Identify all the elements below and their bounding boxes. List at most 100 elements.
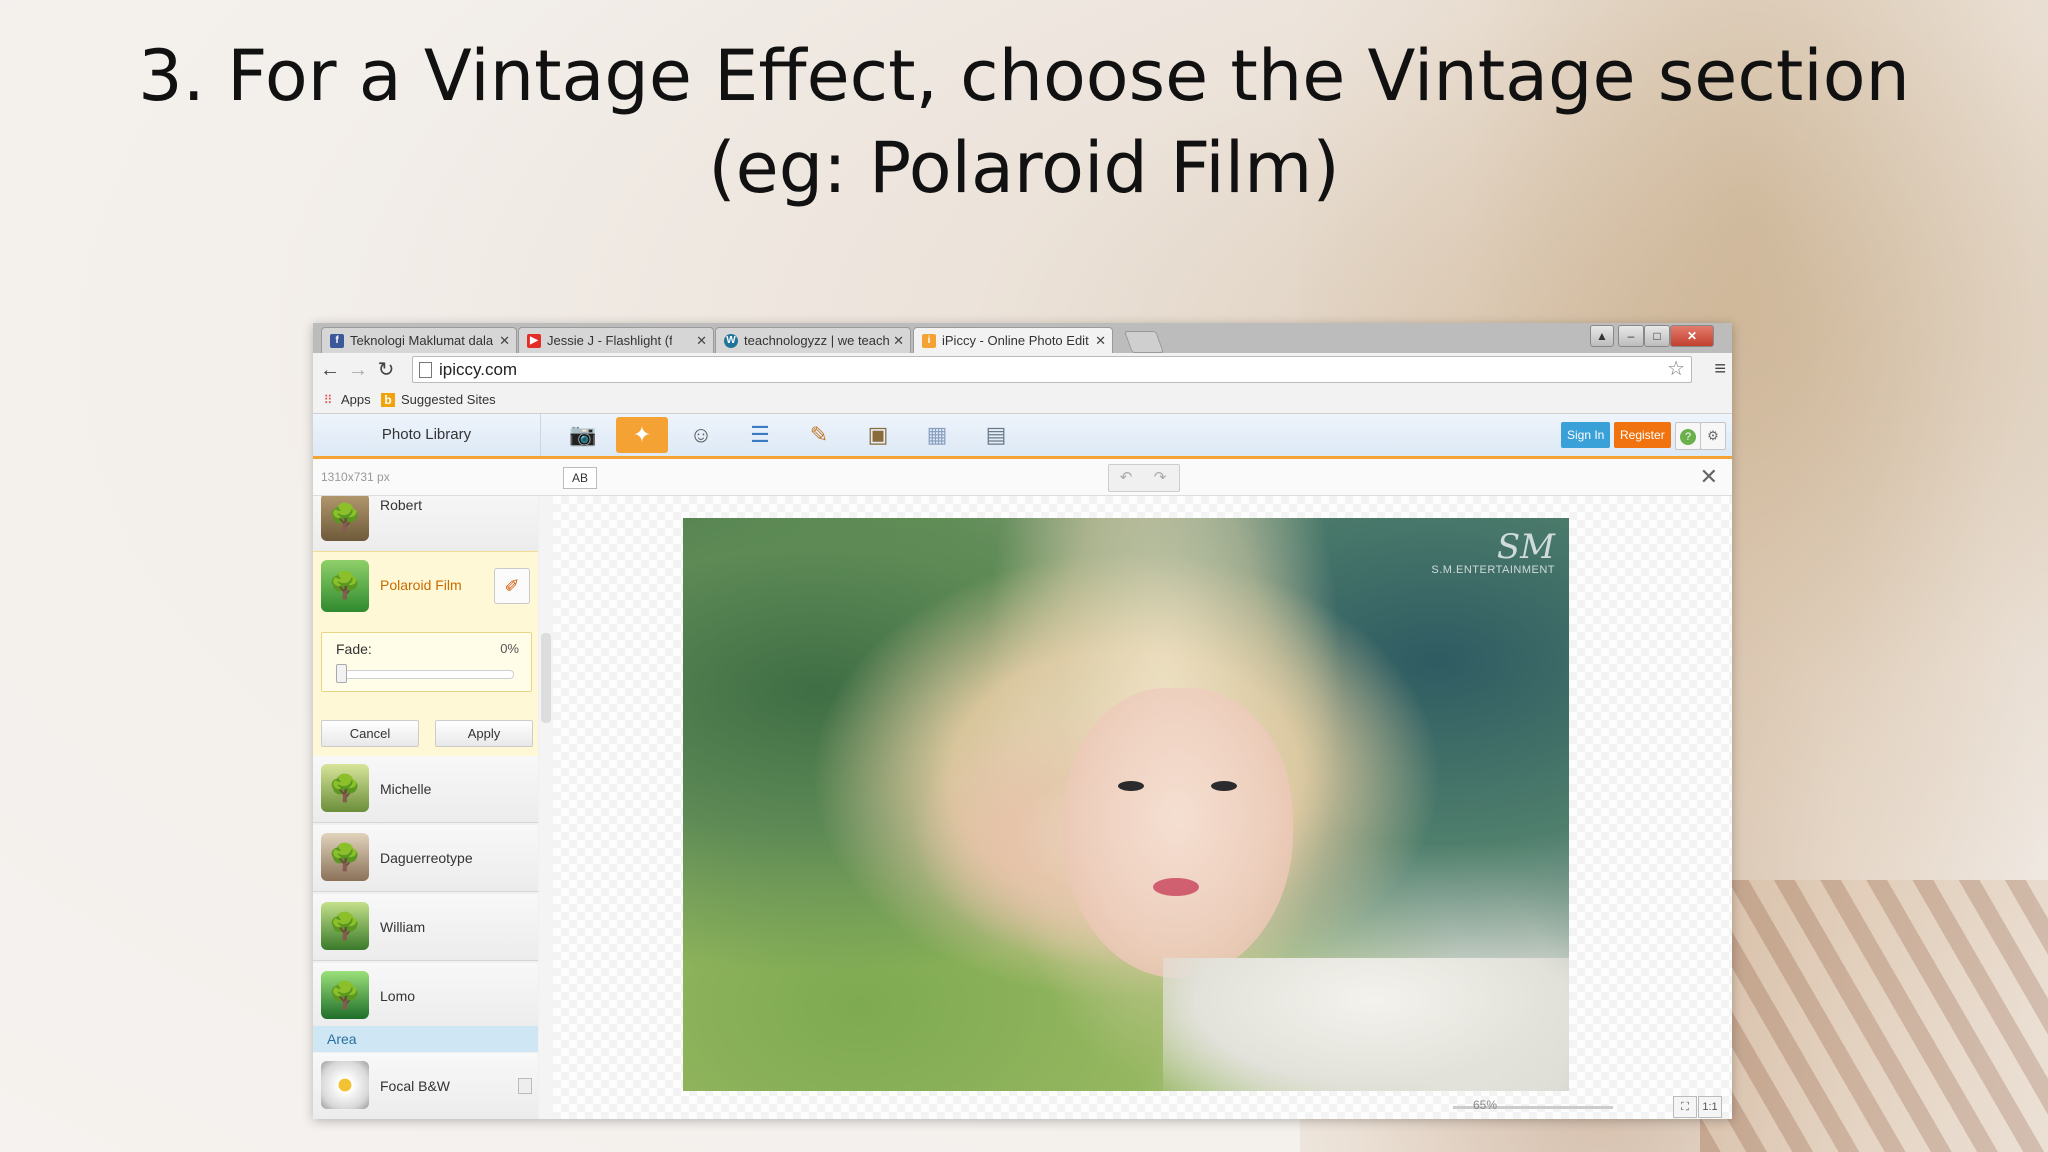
reload-icon[interactable]: ↻ <box>375 358 397 382</box>
sign-in-button[interactable]: Sign In <box>1561 422 1611 448</box>
camera-icon[interactable]: 📷 <box>557 417 609 453</box>
effect-label: Focal B&W <box>380 1078 451 1094</box>
new-tab-button[interactable] <box>1123 331 1165 353</box>
tab-facebook[interactable]: f Teknologi Maklumat dala ✕ <box>321 327 517 353</box>
tab-label: teachnologyzz | we teach <box>744 333 890 348</box>
face-icon[interactable]: ☺ <box>675 417 727 453</box>
effect-thumbnail: 🌳 <box>321 902 369 950</box>
compare-ab-toggle[interactable]: AB <box>563 467 597 489</box>
effect-label: William <box>380 919 426 935</box>
minimize-button[interactable]: – <box>1618 325 1644 347</box>
zoom-value: 65% <box>1473 1098 1498 1112</box>
tab-close-icon[interactable]: ✕ <box>1095 328 1106 353</box>
zoom-controls: 65% ⛶ 1:1 <box>1453 1096 1723 1118</box>
forward-arrow-icon[interactable]: → <box>347 358 369 382</box>
watermark-text: S.M.ENTERTAINMENT <box>1431 564 1555 576</box>
undo-redo-group: ↶ ↷ <box>1108 464 1180 492</box>
address-bar[interactable]: ipiccy.com ☆ <box>412 356 1692 383</box>
sidebar-scrollbar[interactable] <box>541 633 551 723</box>
fade-panel: Fade: 0% <box>321 632 532 692</box>
bookmark-star-icon[interactable]: ☆ <box>1667 357 1685 382</box>
edited-photo[interactable]: SM S.M.ENTERTAINMENT <box>683 518 1569 1091</box>
help-icon[interactable]: ? <box>1675 422 1701 450</box>
effect-item-lomo[interactable]: 🌳 Lomo <box>313 963 538 1030</box>
tab-youtube[interactable]: ▶ Jessie J - Flashlight (fro ✕ <box>518 327 714 353</box>
user-icon[interactable]: ▲ <box>1590 325 1614 347</box>
effect-thumbnail: 🌳 <box>321 833 369 881</box>
facebook-icon: f <box>330 334 344 348</box>
apply-button[interactable]: Apply <box>435 720 533 747</box>
register-button[interactable]: Register <box>1614 422 1671 448</box>
actual-size-button[interactable]: 1:1 <box>1698 1096 1722 1118</box>
maximize-button[interactable]: □ <box>1644 325 1670 347</box>
tab-label: iPiccy - Online Photo Edit <box>942 333 1089 348</box>
cancel-button[interactable]: Cancel <box>321 720 419 747</box>
settings-gear-icon[interactable]: ⚙ <box>1700 422 1726 450</box>
tab-close-icon[interactable]: ✕ <box>696 328 707 353</box>
section-header-area[interactable]: Area <box>313 1026 538 1052</box>
tree-icon: 🌳 <box>328 980 362 1010</box>
effect-item-robert[interactable]: 🌳 Robert <box>313 496 538 552</box>
undo-icon[interactable]: ↶ <box>1109 465 1143 491</box>
photo-library-button[interactable]: Photo Library <box>313 414 541 456</box>
editor-subbar: 1310x731 px AB ↶ ↷ ✕ <box>313 459 1732 496</box>
fit-screen-icon[interactable]: ⛶ <box>1673 1096 1697 1118</box>
back-arrow-icon[interactable]: ← <box>319 358 341 382</box>
fade-slider-track[interactable] <box>340 670 514 679</box>
texture-icon[interactable]: ▦ <box>911 417 963 453</box>
brush-icon[interactable]: ✐ <box>494 568 530 604</box>
tree-icon: 🌳 <box>328 570 362 600</box>
tab-close-icon[interactable]: ✕ <box>499 328 510 353</box>
browser-toolbar: ← → ↻ ipiccy.com ☆ ≡ <box>313 353 1732 387</box>
edit-icon[interactable] <box>518 1078 532 1094</box>
background-scarf <box>1700 880 2048 1152</box>
effect-thumbnail: 🌳 <box>321 560 369 612</box>
effects-sidebar: 🌳 Robert 🌳 Polaroid Film ✐ Fade: 0% Canc… <box>313 496 539 1119</box>
close-panel-icon[interactable]: ✕ <box>1700 459 1718 495</box>
effect-label: Polaroid Film <box>380 577 462 593</box>
watermark-logo: SM <box>1496 527 1555 567</box>
effect-item-polaroid-film-selected[interactable]: 🌳 Polaroid Film ✐ Fade: 0% Cancel Apply <box>313 551 538 757</box>
app-header: Photo Library 📷 ✦ ☺ ☰ ✎ ▣ ▦ ▤ Sign In Re… <box>313 414 1732 459</box>
image-size: 1310x731 px <box>321 470 390 484</box>
photo-face <box>1063 688 1293 978</box>
tab-ipiccy[interactable]: i iPiccy - Online Photo Edit ✕ <box>913 327 1113 353</box>
layers-icon[interactable]: ☰ <box>734 417 786 453</box>
effect-item-william[interactable]: 🌳 William <box>313 894 538 961</box>
photo-sweater <box>1163 958 1569 1091</box>
close-window-button[interactable]: ✕ <box>1670 325 1714 347</box>
effect-label: Lomo <box>380 988 416 1004</box>
browser-screenshot: f Teknologi Maklumat dala ✕ ▶ Jessie J -… <box>313 323 1732 1119</box>
frame-icon[interactable]: ▣ <box>852 417 904 453</box>
effect-thumbnail: 🌳 <box>321 971 369 1019</box>
tab-wordpress[interactable]: W teachnologyzz | we teach ✕ <box>715 327 911 353</box>
magic-wand-icon[interactable]: ✦ <box>616 417 668 453</box>
tree-icon: 🌳 <box>328 502 362 532</box>
daisy-thumbnail <box>321 1061 369 1109</box>
bookmark-label: Suggested Sites <box>401 392 496 407</box>
fade-label: Fade: <box>336 641 372 657</box>
effect-thumbnail: 🌳 <box>321 764 369 812</box>
paint-icon[interactable]: ✎ <box>793 417 845 453</box>
bookmark-label: Apps <box>341 392 371 407</box>
bing-icon: b <box>381 393 395 407</box>
effect-item-michelle[interactable]: 🌳 Michelle <box>313 756 538 823</box>
tab-label: Jessie J - Flashlight (fro <box>547 333 672 348</box>
url-text: ipiccy.com <box>439 360 518 379</box>
slide-title-line2: (eg: Polaroid Film) <box>708 127 1340 209</box>
bookmark-suggested-sites[interactable]: b Suggested Sites <box>381 387 496 413</box>
editor-canvas: SM S.M.ENTERTAINMENT 65% ⛶ 1:1 <box>553 496 1732 1119</box>
bookmarks-bar: ⠿ Apps b Suggested Sites <box>313 387 1732 414</box>
menu-icon[interactable]: ≡ <box>1714 358 1726 381</box>
save-icon[interactable]: ▤ <box>970 417 1022 453</box>
effect-label: Daguerreotype <box>380 850 473 866</box>
slide-title: 3. For a Vintage Effect, choose the Vint… <box>60 30 1988 214</box>
bookmark-apps[interactable]: ⠿ Apps <box>321 387 371 413</box>
effect-item-daguerreotype[interactable]: 🌳 Daguerreotype <box>313 825 538 892</box>
photo-eye-right <box>1211 781 1237 791</box>
fade-slider-handle[interactable] <box>336 664 347 683</box>
tab-strip: f Teknologi Maklumat dala ✕ ▶ Jessie J -… <box>313 323 1732 353</box>
redo-icon[interactable]: ↷ <box>1143 465 1177 491</box>
effect-item-focal-bw[interactable]: Focal B&W <box>313 1053 538 1119</box>
tab-close-icon[interactable]: ✕ <box>893 328 904 353</box>
